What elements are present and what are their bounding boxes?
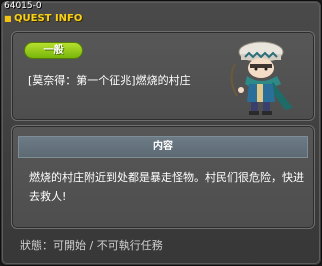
window-title: QUEST INFO xyxy=(14,12,83,24)
npc-character-icon xyxy=(230,41,293,115)
quest-description: 燃烧的村庄附近到处都是暴走怪物。村民们很危险，快进去救人! xyxy=(29,171,304,203)
quest-summary-panel: 一般 [莫奈得：第一个征兆]燃烧的村庄 xyxy=(11,31,315,121)
content-header: 内容 xyxy=(18,136,308,158)
quest-info-window: 64015-0 ■ QUEST INFO 一般 [莫奈得：第一个征兆]燃烧的村庄 xyxy=(0,0,322,266)
quest-name: [莫奈得：第一个征兆]燃烧的村庄 xyxy=(28,74,191,87)
quest-category-badge: 一般 xyxy=(25,43,82,58)
quest-content-panel: 内容 燃烧的村庄附近到处都是暴走怪物。村民们很危险，快进去救人! xyxy=(11,125,315,229)
quest-status: 狀態：可開始 / 不可執行任務 xyxy=(20,239,163,252)
title-marker-icon: ■ xyxy=(4,13,12,23)
title-bar[interactable]: ■ QUEST INFO xyxy=(4,11,82,25)
